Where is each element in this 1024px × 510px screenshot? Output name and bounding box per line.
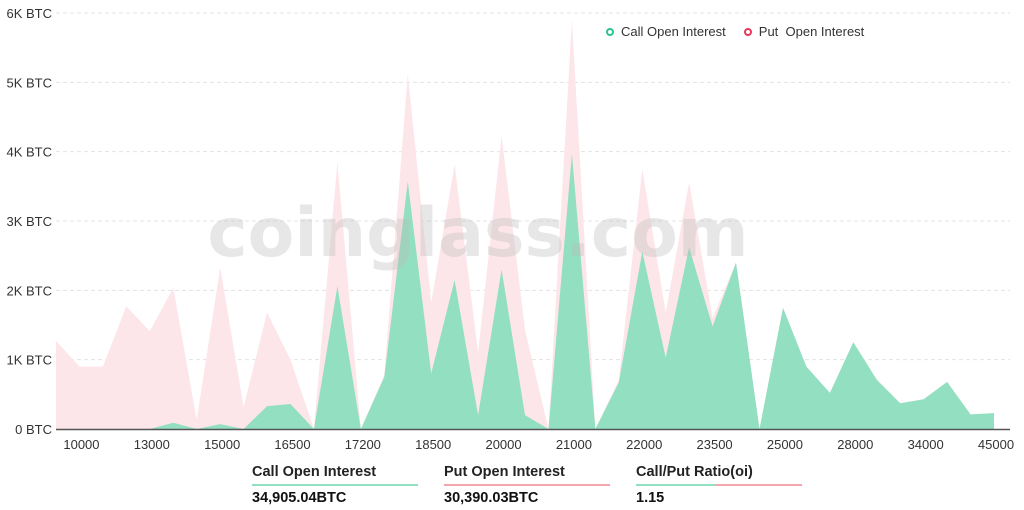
x-tick-label: 15000 <box>204 437 240 452</box>
x-axis-ticks: 10000 13000 15000 16500 17200 18500 20000 21000… <box>63 437 1014 452</box>
summary-call-label: Call Open Interest <box>252 464 377 480</box>
summary-put: Put Open Interest 30,390.03BTC <box>444 462 636 506</box>
x-tick-label: 17200 <box>345 437 381 452</box>
x-tick-label: 10000 <box>63 437 99 452</box>
summary-put-value: 30,390.03BTC <box>444 490 539 506</box>
summary-ratio-value: 1.15 <box>636 490 665 506</box>
y-tick-label: 5K BTC <box>6 75 52 90</box>
summary-put-label: Put Open Interest <box>444 464 565 480</box>
summary-ratio-label: Call/Put Ratio(oi) <box>636 464 753 480</box>
x-tick-label: 34000 <box>908 437 944 452</box>
summary-call-bar <box>252 484 418 486</box>
watermark: coinglass.com <box>207 194 748 273</box>
y-tick-label: 6K BTC <box>6 6 52 21</box>
x-tick-label: 16500 <box>274 437 310 452</box>
y-tick-label: 3K BTC <box>6 214 52 229</box>
summary-stats: Call Open Interest 34,905.04BTC Put Open… <box>252 462 828 506</box>
legend-item-put[interactable]: Put Open Interest <box>743 24 865 39</box>
x-tick-label: 18500 <box>415 437 451 452</box>
call-dot-icon <box>606 27 614 36</box>
x-tick-label: 13000 <box>134 437 170 452</box>
summary-ratio-bar <box>636 484 802 486</box>
chart-legend: Call Open Interest Put Open Interest <box>606 24 864 39</box>
grid-lines <box>56 12 1010 361</box>
summary-put-bar <box>444 484 610 486</box>
x-tick-label: 28000 <box>837 437 873 452</box>
summary-call-value: 34,905.04BTC <box>252 490 347 506</box>
y-axis-ticks: 0 BTC 1K BTC 2K BTC 3K BTC 4K BTC 5K BTC 6K BT… <box>6 6 52 437</box>
x-tick-label: 23500 <box>697 437 733 452</box>
legend-put-label: Put Open Interest <box>758 24 865 39</box>
open-interest-chart: 0 BTC 1K BTC 2K BTC 3K BTC 4K BTC 5K BTC 6K BT… <box>6 6 1014 452</box>
x-tick-label: 45000 <box>978 437 1014 452</box>
x-tick-label: 25000 <box>767 437 803 452</box>
summary-ratio: Call/Put Ratio(oi) 1.15 <box>636 462 828 506</box>
x-tick-label: 20000 <box>485 437 521 452</box>
y-tick-label: 1K BTC <box>6 353 52 368</box>
y-tick-label: 2K BTC <box>6 283 52 298</box>
x-tick-label: 22000 <box>626 437 662 452</box>
put-dot-icon <box>743 27 752 36</box>
legend-item-call[interactable]: Call Open Interest <box>606 24 726 39</box>
y-tick-label: 4K BTC <box>6 145 52 160</box>
x-tick-label: 21000 <box>556 437 592 452</box>
summary-call: Call Open Interest 34,905.04BTC <box>252 462 444 506</box>
legend-call-label: Call Open Interest <box>621 24 726 39</box>
y-tick-label: 0 BTC <box>15 422 52 437</box>
